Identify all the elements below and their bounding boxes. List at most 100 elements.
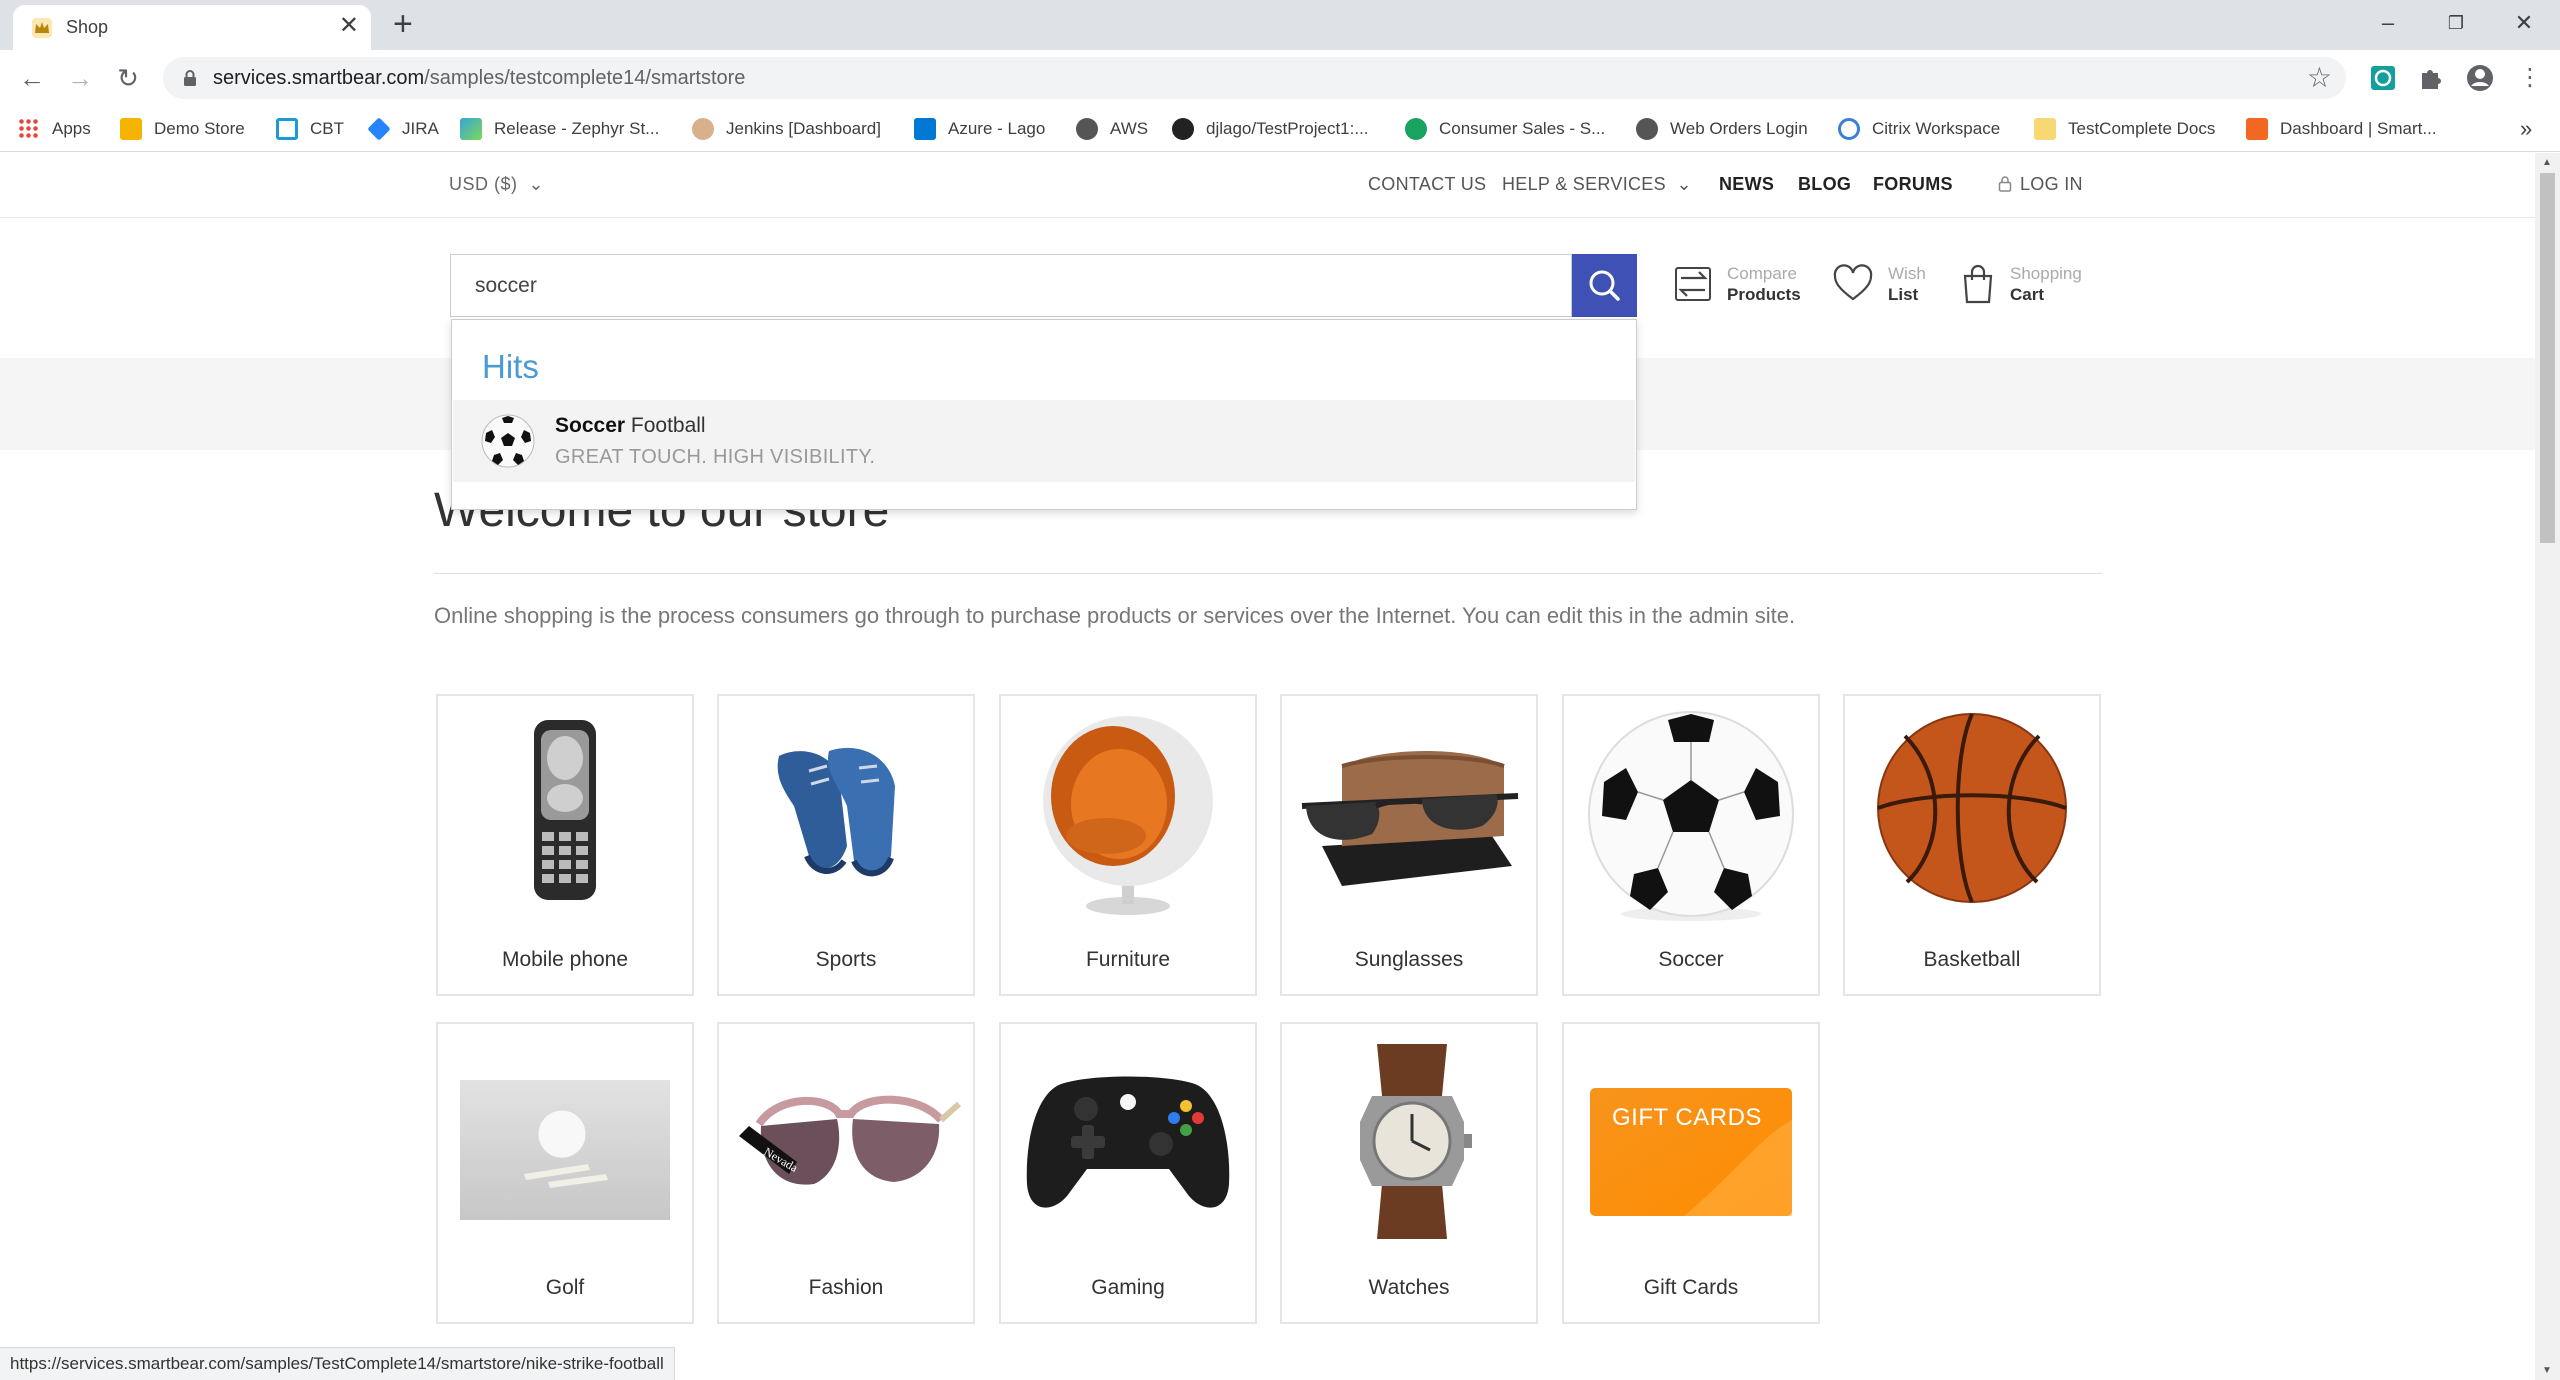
bookmark-demo-store[interactable]: Demo Store (120, 115, 245, 143)
basketball-icon (1877, 713, 2067, 903)
restore-icon[interactable]: ❐ (2436, 8, 2476, 38)
category-label: Watches (1368, 1276, 1450, 1299)
bookmark-citrix[interactable]: Citrix Workspace (1838, 115, 2000, 143)
compare-big-label: Products (1727, 285, 1801, 304)
wish-list-link[interactable]: Wish List (1832, 259, 1926, 309)
sheet-icon (1405, 118, 1427, 140)
ball-chair-icon (1043, 716, 1213, 915)
bookmark-aws[interactable]: AWS (1076, 115, 1148, 143)
category-label: Sports (815, 948, 877, 971)
bookmark-cbt[interactable]: CBT (276, 115, 344, 143)
suggestion-item[interactable]: Soccer Football GREAT TOUCH. HIGH VISIBI… (453, 400, 1635, 482)
category-label: Gaming (1091, 1276, 1165, 1299)
back-icon[interactable]: ← (18, 64, 46, 92)
globe-icon (1076, 118, 1098, 140)
url-text: services.smartbear.com/samples/testcompl… (213, 67, 746, 89)
citrix-icon (1838, 118, 1860, 140)
soccer-ball-icon (481, 414, 535, 468)
category-furniture[interactable]: Furniture (999, 694, 1257, 996)
link-status-bar: https://services.smartbear.com/samples/T… (0, 1347, 675, 1380)
page-scrollbar[interactable]: ▲ ▼ (2535, 153, 2560, 1380)
gift-card-icon (1590, 1088, 1792, 1216)
crown-icon (32, 18, 52, 38)
address-bar[interactable]: services.smartbear.com/samples/testcompl… (163, 57, 2346, 99)
bookmark-azure[interactable]: Azure - Lago (914, 115, 1045, 143)
bookmarks-bar: Apps Demo Store CBT JIRA Release - Zephy… (0, 106, 2560, 152)
cart-big-label: Cart (2010, 285, 2045, 304)
bookmark-testcomplete-docs[interactable]: TestComplete Docs (2034, 115, 2215, 143)
bookmark-github[interactable]: djlago/TestProject1:... (1172, 115, 1369, 143)
bookmark-jenkins[interactable]: Jenkins [Dashboard] (692, 115, 881, 143)
reload-icon[interactable]: ↻ (114, 64, 142, 92)
jenkins-icon (692, 118, 714, 140)
compare-icon (1675, 267, 1711, 301)
forums-link[interactable]: FORUMS (1873, 174, 1953, 195)
profile-icon[interactable] (2465, 63, 2495, 93)
lock-icon (1998, 176, 2012, 192)
category-label: Basketball (1923, 948, 2021, 971)
tab-close-icon[interactable]: ✕ (339, 14, 359, 38)
apps-grid-icon (18, 118, 40, 140)
scroll-down-icon[interactable]: ▼ (2542, 1365, 2552, 1376)
forward-icon[interactable]: → (66, 64, 94, 92)
folder-icon (2034, 118, 2056, 140)
category-fashion[interactable]: Nevada Fashion (717, 1022, 975, 1324)
more-bookmarks-icon[interactable]: » (2520, 115, 2532, 143)
bookmark-jira[interactable]: JIRA (367, 115, 439, 143)
minimize-icon[interactable]: – (2368, 8, 2408, 38)
jira-icon (367, 117, 391, 141)
suggestions-heading: Hits (482, 348, 539, 385)
browser-tab-bar: Shop ✕ + – ❐ ✕ (0, 0, 2560, 50)
shopping-bag-icon (1963, 264, 1993, 304)
bookmark-apps[interactable]: Apps (18, 115, 91, 143)
puzzle-icon[interactable] (2415, 63, 2445, 93)
category-golf[interactable]: Golf (436, 1022, 694, 1324)
wish-small-label: Wish (1888, 264, 1926, 283)
bookmark-zephyr[interactable]: Release - Zephyr St... (460, 115, 659, 143)
category-label: Fashion (808, 1276, 884, 1299)
lock-icon (184, 70, 196, 86)
bookmark-web-orders[interactable]: Web Orders Login (1636, 115, 1808, 143)
bookmark-dashboard[interactable]: Dashboard | Smart... (2246, 115, 2437, 143)
window-close-icon[interactable]: ✕ (2504, 8, 2544, 38)
crown-icon (120, 118, 142, 140)
cart-small-label: Shopping (2010, 264, 2082, 283)
bookmark-consumer-sales[interactable]: Consumer Sales - S... (1405, 115, 1605, 143)
scroll-up-icon[interactable]: ▲ (2542, 157, 2552, 168)
wish-big-label: List (1888, 285, 1919, 304)
browser-tab[interactable]: Shop ✕ (13, 5, 371, 50)
category-gaming[interactable]: Gaming (999, 1022, 1257, 1324)
blog-link[interactable]: BLOG (1798, 174, 1851, 195)
gamepad-icon (1026, 1076, 1230, 1208)
category-label: Sunglasses (1354, 948, 1464, 971)
new-tab-icon[interactable]: + (393, 7, 413, 41)
search-input[interactable] (451, 255, 1571, 316)
help-services-menu[interactable]: HELP & SERVICES ⌄ (1502, 174, 1692, 195)
shopping-cart-link[interactable]: Shopping Cart (1960, 259, 2082, 309)
compare-small-label: Compare (1727, 264, 1797, 283)
smartbear-icon (2246, 118, 2268, 140)
mobile-phone-icon (534, 720, 596, 900)
category-soccer[interactable]: Soccer (1562, 694, 1820, 996)
bookmark-star-icon[interactable]: ☆ (2307, 63, 2332, 93)
category-mobile-phone[interactable]: Mobile phone (436, 694, 694, 996)
category-sports[interactable]: Sports (717, 694, 975, 996)
scrollbar-thumb[interactable] (2540, 173, 2555, 543)
fashion-glasses-icon: Nevada (739, 1095, 961, 1185)
news-link[interactable]: NEWS (1719, 174, 1774, 195)
search-suggestions: Hits Soccer Football GREAT TOUCH. HIGH V… (451, 319, 1637, 510)
category-watches[interactable]: Watches (1280, 1022, 1538, 1324)
login-link[interactable]: LOG IN (1998, 174, 2083, 195)
currency-selector[interactable]: USD ($) ⌄ (449, 174, 544, 195)
category-label: Golf (545, 1276, 585, 1299)
divider (434, 573, 2102, 574)
search-button[interactable] (1572, 254, 1637, 317)
category-basketball[interactable]: Basketball (1843, 694, 2101, 996)
azure-icon (914, 118, 936, 140)
compare-products-link[interactable]: Compare Products (1673, 259, 1801, 309)
menu-kebab-icon[interactable]: ⋮ (2516, 64, 2544, 92)
category-gift-cards[interactable]: GIFT CARDS Gift Cards (1562, 1022, 1820, 1324)
contact-us-link[interactable]: CONTACT US (1368, 174, 1486, 195)
category-sunglasses[interactable]: Sunglasses (1280, 694, 1538, 996)
extension-icon[interactable] (2368, 63, 2398, 93)
